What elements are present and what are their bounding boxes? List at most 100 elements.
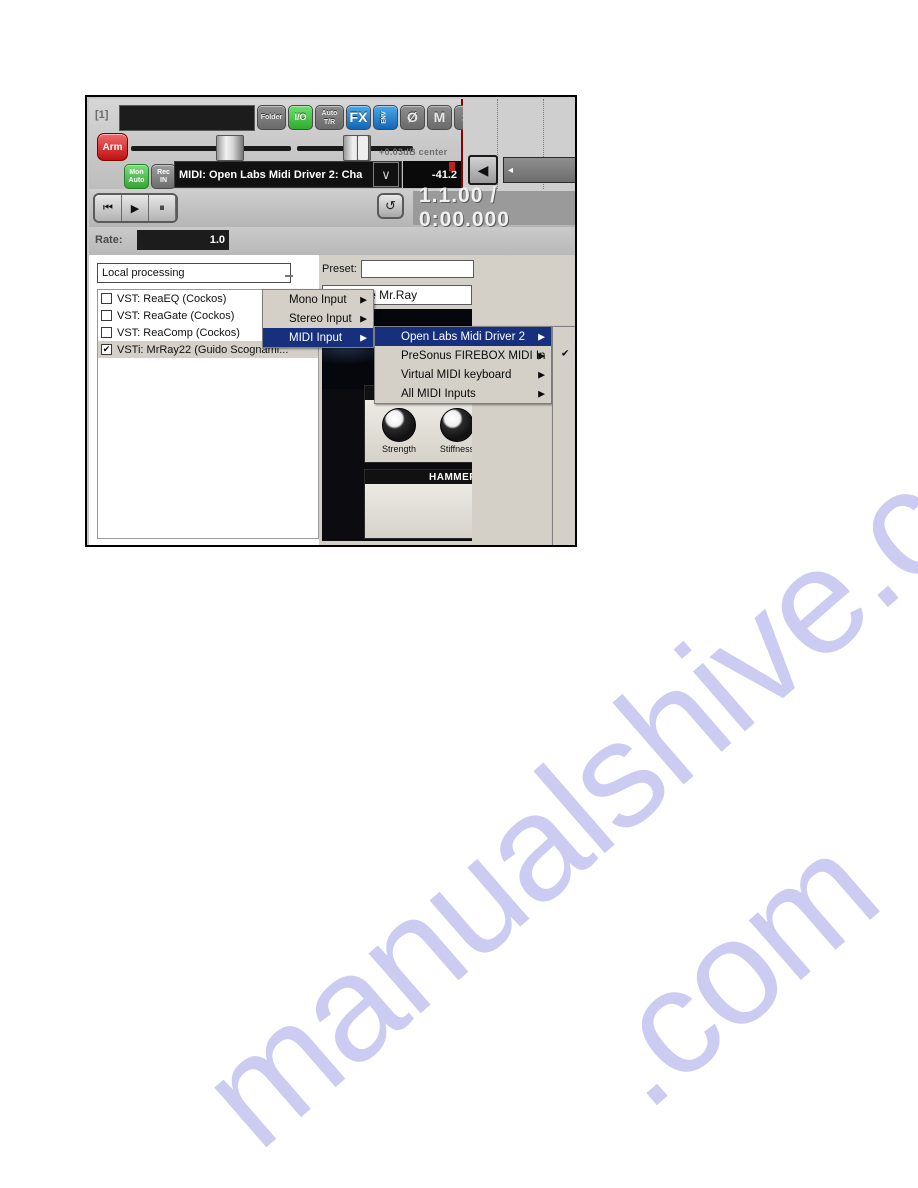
menu-item-all-channels[interactable]: All Channels bbox=[553, 327, 577, 345]
menu-item-label: Channel 1 bbox=[575, 348, 577, 360]
menu-item-channel-1[interactable]: ✔ Channel 1 bbox=[553, 345, 577, 363]
menu-item-label: Channel 4 bbox=[575, 403, 577, 415]
rate-input[interactable]: 1.0 bbox=[137, 230, 229, 250]
chevron-right-icon: ▶ bbox=[360, 332, 367, 342]
menu-item-label: Channel 11 bbox=[575, 531, 577, 543]
menu-item-label: Channel 9 bbox=[575, 495, 577, 507]
midi-device-menu[interactable]: Open Labs Midi Driver 2 ▶ PreSonus FIREB… bbox=[374, 326, 552, 404]
chevron-right-icon: ▶ bbox=[538, 350, 545, 360]
menu-item-virtual-midi-keyboard[interactable]: Virtual MIDI keyboard ▶ bbox=[375, 365, 551, 384]
fx-button[interactable]: FX bbox=[346, 105, 371, 130]
hammer-section: HAMMER bbox=[364, 469, 472, 539]
menu-item-all-midi-inputs[interactable]: All MIDI Inputs ▶ bbox=[375, 384, 551, 403]
menu-item-label: Channel 5 bbox=[575, 422, 577, 434]
reaper-track-window: [1] Folder I/O Auto T/R FX ENV Ø M S Arm… bbox=[85, 95, 577, 547]
menu-item-channel-7[interactable]: Channel 7 bbox=[553, 455, 577, 473]
transport-play-button[interactable]: ▶ bbox=[122, 195, 149, 221]
fx-enable-checkbox[interactable] bbox=[101, 293, 112, 304]
transport-pause-button[interactable]: ⏸ bbox=[149, 195, 176, 221]
strength-knob[interactable] bbox=[382, 408, 416, 442]
midi-input-dropdown[interactable]: MIDI: Open Labs Midi Driver 2: Cha ∨ bbox=[174, 161, 402, 188]
scroll-left-button[interactable]: ◀ bbox=[468, 155, 498, 185]
chevron-down-icon[interactable]: ∨ bbox=[373, 162, 399, 187]
menu-item-channel-8[interactable]: Channel 8 bbox=[553, 473, 577, 491]
menu-item-label: Channel 6 bbox=[575, 440, 577, 452]
menu-item-channel-6[interactable]: Channel 6 bbox=[553, 437, 577, 455]
monitor-button-label-top: Mon bbox=[129, 168, 144, 176]
env-button[interactable]: ENV bbox=[373, 105, 398, 130]
transport-rewind-button[interactable]: ⏮ bbox=[95, 195, 122, 221]
hammer-section-title: HAMMER bbox=[365, 470, 472, 484]
chevron-right-icon: ▶ bbox=[538, 331, 545, 341]
menu-item-channel-11[interactable]: Channel 11 bbox=[553, 528, 577, 545]
rate-row: Rate: 1.0 bbox=[89, 227, 575, 255]
chevron-right-icon: ▶ bbox=[538, 388, 545, 398]
check-icon: ✔ bbox=[561, 348, 570, 360]
preset-row: Preset: bbox=[322, 259, 474, 279]
menu-item-label: All MIDI Inputs bbox=[401, 387, 476, 400]
fx-list-item-label: VST: ReaEQ (Cockos) bbox=[117, 292, 227, 305]
track-name-input[interactable] bbox=[119, 105, 255, 131]
menu-item-channel-10[interactable]: Channel 10 bbox=[553, 510, 577, 528]
record-input-label-top: Rec bbox=[157, 168, 170, 176]
fx-enable-checkbox[interactable] bbox=[101, 310, 112, 321]
gain-readout: +0.03dB center bbox=[379, 147, 448, 157]
monitor-button-label-bottom: Auto bbox=[128, 176, 145, 184]
track-button-row: Folder I/O Auto T/R FX ENV Ø M S bbox=[257, 105, 479, 130]
menu-item-mono-input[interactable]: Mono Input ▶ bbox=[263, 290, 373, 309]
pan-center-marker bbox=[357, 135, 369, 161]
scroll-left-icon[interactable]: ◂ bbox=[504, 165, 513, 176]
fx-enable-checkbox[interactable] bbox=[101, 327, 112, 338]
record-input-button[interactable]: Rec IN bbox=[151, 164, 176, 189]
menu-item-label: PreSonus FIREBOX MIDI In bbox=[401, 349, 546, 362]
menu-item-midi-input[interactable]: MIDI Input ▶ bbox=[263, 328, 373, 347]
transport-button-group: ⏮ ▶ ⏸ bbox=[93, 193, 178, 223]
menu-item-open-labs-midi-driver-2[interactable]: Open Labs Midi Driver 2 ▶ bbox=[375, 327, 551, 346]
menu-item-label: Channel 3 bbox=[575, 385, 577, 397]
menu-item-channel-4[interactable]: Channel 4 bbox=[553, 400, 577, 418]
io-button[interactable]: I/O bbox=[288, 105, 313, 130]
chevron-right-icon: ▶ bbox=[360, 294, 367, 304]
fx-enable-checkbox[interactable]: ✔ bbox=[101, 344, 112, 355]
env-button-label: ENV bbox=[382, 111, 388, 124]
auto-tr-button[interactable]: Auto T/R bbox=[315, 105, 344, 130]
mute-button[interactable]: M bbox=[427, 105, 452, 130]
watermark-text-secondary: .com bbox=[557, 803, 907, 1139]
menu-item-channel-5[interactable]: Channel 5 bbox=[553, 418, 577, 436]
menu-item-channel-3[interactable]: Channel 3 bbox=[553, 382, 577, 400]
menu-item-label: Mono Input bbox=[289, 293, 347, 306]
input-type-menu[interactable]: Mono Input ▶ Stereo Input ▶ MIDI Input ▶ bbox=[262, 289, 374, 348]
mallet-knobs: Strength Stiffness bbox=[365, 400, 472, 454]
menu-item-label: Stereo Input bbox=[289, 312, 352, 325]
menu-item-channel-2[interactable]: Channel 2 bbox=[553, 364, 575, 382]
menu-item-presonus-firebox-midi-in[interactable]: PreSonus FIREBOX MIDI In ▶ bbox=[375, 346, 551, 365]
preset-label: Preset: bbox=[322, 263, 357, 275]
menu-item-channel-9[interactable]: Channel 9 bbox=[553, 492, 577, 510]
input-meter-value: -41.2 bbox=[431, 168, 457, 181]
midi-channel-menu[interactable]: All Channels ✔ Channel 1 Channel 2 Chann… bbox=[552, 326, 577, 545]
menu-item-label: Virtual MIDI keyboard bbox=[401, 368, 512, 381]
phase-button[interactable]: Ø bbox=[400, 105, 425, 130]
menu-item-stereo-input[interactable]: Stereo Input ▶ bbox=[263, 309, 373, 328]
volume-fader-handle[interactable] bbox=[216, 135, 244, 161]
horizontal-scrollbar[interactable]: ◂ bbox=[503, 157, 575, 183]
record-arm-button[interactable]: Arm bbox=[97, 133, 128, 161]
menu-item-label: Channel 7 bbox=[575, 458, 577, 470]
stiffness-knob[interactable] bbox=[440, 408, 472, 442]
transport-bar: ⏮ ▶ ⏸ ↺ 1.1.00 / 0:00.000 bbox=[89, 184, 575, 231]
track-number: [1] bbox=[95, 109, 109, 121]
time-display-value: 1.1.00 / 0:00.000 bbox=[419, 184, 510, 231]
monitor-button[interactable]: Mon Auto bbox=[124, 164, 149, 189]
folder-button[interactable]: Folder bbox=[257, 105, 286, 130]
menu-item-label: All Channels bbox=[575, 330, 577, 342]
menu-item-label: Channel 8 bbox=[575, 477, 577, 489]
chevron-right-icon: ▶ bbox=[360, 313, 367, 323]
transport-loop-button[interactable]: ↺ bbox=[377, 193, 404, 219]
volume-fader-track[interactable] bbox=[131, 146, 291, 151]
resize-grip[interactable] bbox=[285, 275, 293, 277]
strength-knob-label: Strength bbox=[381, 444, 417, 454]
preset-input[interactable] bbox=[360, 260, 474, 278]
menu-item-label: Channel 10 bbox=[575, 513, 577, 525]
processing-mode-select[interactable]: Local processing bbox=[97, 263, 291, 283]
time-display[interactable]: 1.1.00 / 0:00.000 bbox=[413, 184, 575, 231]
